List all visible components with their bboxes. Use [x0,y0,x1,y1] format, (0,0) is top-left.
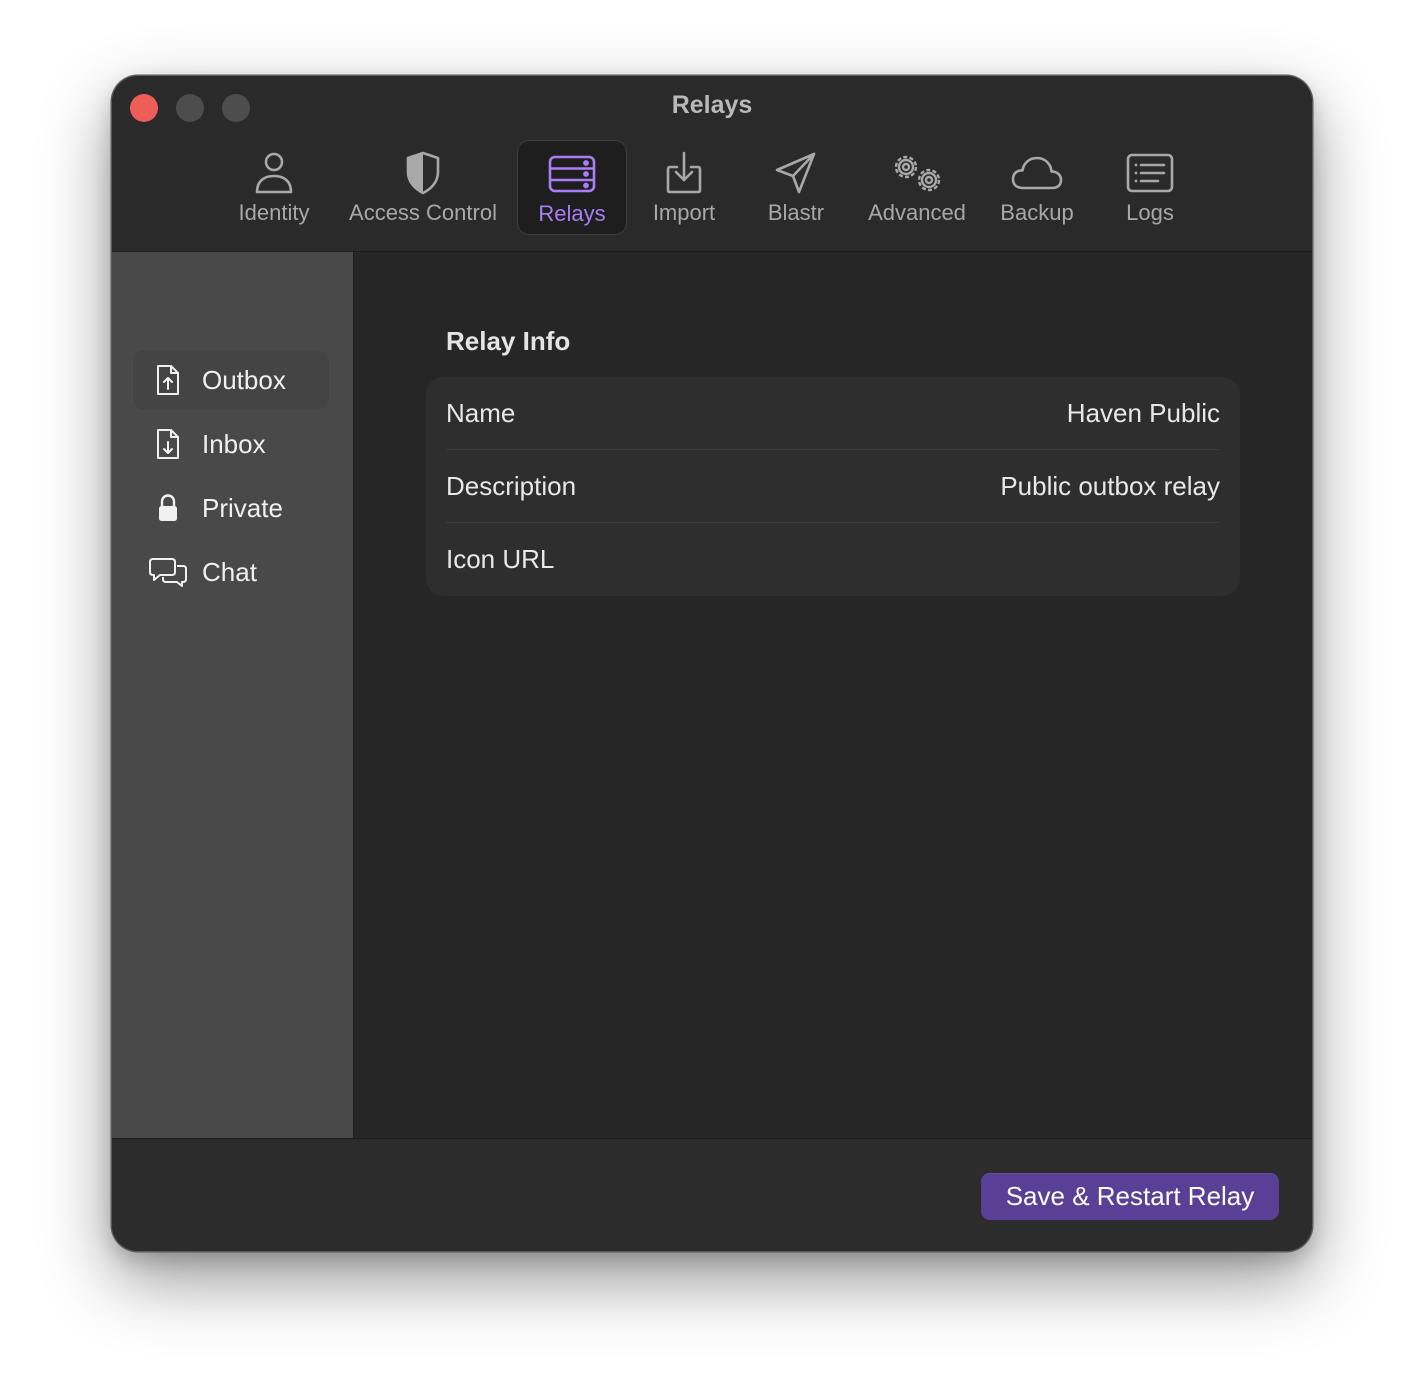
tab-label: Logs [1126,200,1174,225]
sidebar-item-chat[interactable]: Chat [132,541,330,603]
tab-label: Import [652,200,716,225]
tab-advanced[interactable]: Advanced [862,140,972,235]
field-row-name[interactable]: Name Haven Public [446,377,1220,450]
save-restart-relay-button[interactable]: Save & Restart Relay [981,1173,1279,1220]
sidebar-item-label: Chat [202,556,257,587]
app-window: Relays Identity Access Control Relays Im… [112,76,1312,1251]
tab-label: Backup [1000,200,1074,225]
sidebar-item-label: Inbox [202,428,266,459]
import-icon [664,148,704,198]
sidebar-item-outbox[interactable]: Outbox [132,349,330,411]
server-icon [547,149,597,199]
tab-label: Advanced [868,200,966,225]
toolbar: Relays Identity Access Control Relays Im… [112,76,1312,252]
window-title: Relays [671,91,753,119]
tab-label: Relays [538,201,606,226]
tab-identity[interactable]: Identity [224,140,324,235]
description-field[interactable]: Public outbox relay [1000,471,1220,502]
main-content: Relay Info Name Haven Public Description… [354,252,1312,1138]
tab-backup[interactable]: Backup [990,140,1084,235]
name-field[interactable]: Haven Public [1067,398,1220,429]
list-icon [1126,148,1174,198]
sidebar-item-private[interactable]: Private [132,477,330,539]
footer-bar: Save & Restart Relay [112,1138,1312,1251]
tab-label: Access Control [349,200,497,225]
relay-info-card: Name Haven Public Description Public out… [426,377,1240,596]
chat-bubbles-icon [144,556,192,588]
field-label: Description [446,470,577,501]
lock-icon [144,493,192,523]
paperplane-icon [774,148,818,198]
tab-label: Identity [238,200,310,225]
doc-upload-icon [144,364,192,396]
tab-blastr[interactable]: Blastr [750,140,842,235]
section-title: Relay Info [446,326,571,356]
field-label: Name [446,397,516,428]
person-icon [254,148,294,198]
field-row-description[interactable]: Description Public outbox relay [446,450,1220,523]
field-row-icon-url[interactable]: Icon URL [446,523,1220,596]
tab-logs[interactable]: Logs [1104,140,1196,235]
sidebar-item-inbox[interactable]: Inbox [132,413,330,475]
tab-access-control[interactable]: Access Control [338,140,508,235]
sidebar-item-label: Outbox [202,364,286,395]
sidebar-item-label: Private [202,492,283,523]
shield-icon [405,148,441,198]
cloud-icon [1011,148,1063,198]
doc-download-icon [144,428,192,460]
tab-relays[interactable]: Relays [517,140,627,235]
tab-label: Blastr [767,200,825,225]
field-label: Icon URL [446,544,555,574]
tab-import[interactable]: Import [638,140,730,235]
gears-icon [889,148,945,198]
sidebar: Outbox Inbox Private Chat [112,252,354,1138]
